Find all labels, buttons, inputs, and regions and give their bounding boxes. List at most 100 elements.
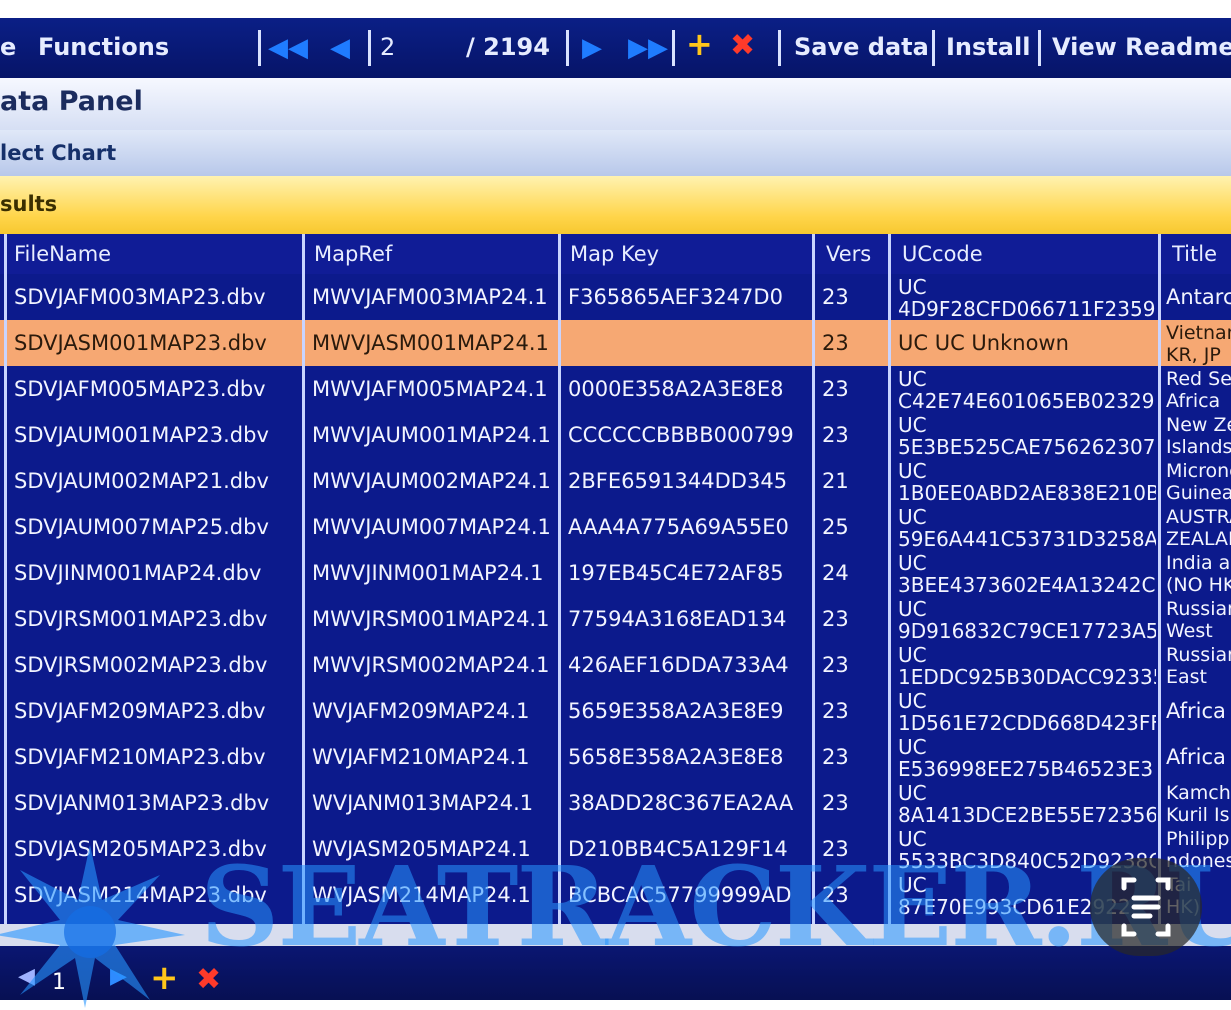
cell-uccode: UC 5E3BE525CAE756262307: [898, 412, 1156, 460]
functions-menu[interactable]: Functions: [38, 18, 169, 78]
cell-mapref: MWVJAUM007MAP24.1: [312, 515, 551, 539]
cell-filename: SDVJRSM002MAP23.dbv: [14, 653, 268, 677]
title-line-2: East: [1166, 666, 1207, 688]
col-header-mapkey[interactable]: Map Key: [570, 234, 810, 274]
cell-uccode: UC 9D916832C79CE17723A5: [898, 596, 1156, 644]
page-total: / 2194: [466, 33, 550, 61]
toolbar-separator: [778, 30, 781, 66]
title-line-1: Philippines: [1166, 828, 1231, 850]
cell-vers: 23: [822, 285, 849, 309]
save-data-button[interactable]: Save data: [794, 18, 929, 78]
cell-uccode: UC 1D561E72CDD668D423FF: [898, 688, 1156, 736]
results-bar: sults: [0, 176, 1231, 234]
last-page-icon[interactable]: ▶▶: [628, 34, 668, 62]
table-row[interactable]: SDVJAUM007MAP25.dbv MWVJAUM007MAP24.1 AAA4…: [0, 504, 1231, 550]
table-row[interactable]: SDVJAFM005MAP23.dbv MWVJAFM005MAP24.1 0000…: [0, 366, 1231, 412]
table-row[interactable]: SDVJANM013MAP23.dbv WVJANM013MAP24.1 38ADD…: [0, 780, 1231, 826]
cell-mapkey: 2BFE6591344DD345: [568, 469, 788, 493]
uccode-line-1: UC: [898, 551, 927, 575]
footer-prev-icon[interactable]: ◀: [18, 964, 35, 989]
uccode-line-2: 4D9F28CFD066711F2359: [898, 297, 1156, 321]
cell-mapkey: [568, 320, 810, 366]
cell-vers: 23: [822, 423, 849, 447]
col-header-title[interactable]: Title: [1172, 234, 1231, 274]
cell-vers: 23: [822, 653, 849, 677]
title-line-2: KR, JP: [1166, 344, 1221, 366]
toolbar-separator: [1038, 30, 1041, 66]
cell-mapkey: D210BB4C5A129F14: [568, 837, 788, 861]
table-row[interactable]: SDVJINM001MAP24.dbv MWVJINM001MAP24.1 197E…: [0, 550, 1231, 596]
col-header-uccode[interactable]: UCcode: [902, 234, 1152, 274]
table-row[interactable]: SDVJASM205MAP23.dbv WVJASM205MAP24.1 D210B…: [0, 826, 1231, 872]
uccode-line-1: UC: [898, 827, 927, 851]
toolbar-separator: [932, 30, 935, 66]
next-page-icon[interactable]: ▶: [582, 34, 602, 62]
cell-mapkey: BCBCAC57799999AD: [568, 883, 792, 907]
prev-page-icon[interactable]: ◀: [330, 34, 350, 62]
cell-filename: SDVJAUM007MAP25.dbv: [14, 515, 269, 539]
cell-uccode: UC 8A1413DCE2BE55E72356: [898, 780, 1156, 828]
uccode-line-2: 9D916832C79CE17723A5: [898, 619, 1156, 643]
cell-mapkey: 77594A3168EAD134: [568, 607, 787, 631]
cell-vers: 23: [822, 699, 849, 723]
cell-mapkey: CCCCCCBBBB000799: [568, 423, 794, 447]
table-row[interactable]: SDVJASM001MAP23.dbv MWVJASM001MAP24.1 23 UC…: [0, 320, 1231, 366]
uccode-line-1: UC: [898, 689, 927, 713]
cell-mapref: WVJASM214MAP24.1: [312, 883, 531, 907]
view-readme-button[interactable]: View Readme: [1052, 18, 1231, 78]
cell-filename: SDVJINM001MAP24.dbv: [14, 561, 262, 585]
toolbar-separator: [672, 30, 675, 66]
table-row[interactable]: SDVJAUM002MAP21.dbv MWVJAUM002MAP24.1 2BFE…: [0, 458, 1231, 504]
title-line-1: Africa - E: [1166, 699, 1231, 723]
cell-mapkey: 38ADD28C367EA2AA: [568, 791, 794, 815]
results-grid: FileName MapRef Map Key Vers UCcode Titl…: [0, 234, 1231, 924]
uccode-line-1: UC: [898, 643, 927, 667]
cell-filename: SDVJASM001MAP23.dbv: [14, 331, 267, 355]
footer-page-number[interactable]: 1: [52, 970, 66, 995]
table-row[interactable]: SDVJAFM003MAP23.dbv MWVJAFM003MAP24.1 F365…: [0, 274, 1231, 320]
title-line-1: Russian: [1166, 644, 1231, 666]
cell-mapkey: 0000E358A2A3E8E8: [568, 377, 784, 401]
cell-filename: SDVJAUM002MAP21.dbv: [14, 469, 269, 493]
add-icon[interactable]: +: [686, 28, 713, 60]
install-button[interactable]: Install: [946, 18, 1030, 78]
cell-vers: 23: [822, 377, 849, 401]
title-line-2: ZEALAN: [1166, 528, 1231, 550]
title-line-2: Kuril Island: [1166, 804, 1231, 826]
cell-title: AUSTRAZEALAN: [1166, 504, 1231, 552]
cell-title: New Ze Islands: [1166, 412, 1231, 460]
title-line-1: AUSTRA: [1166, 506, 1231, 528]
cell-mapkey: F365865AEF3247D0: [568, 285, 783, 309]
cell-mapref: MWVJAFM003MAP24.1: [312, 285, 548, 309]
cell-title: Africa - W: [1166, 734, 1231, 780]
cell-mapref: MWVJINM001MAP24.1: [312, 561, 544, 585]
table-row[interactable]: SDVJAFM209MAP23.dbv WVJAFM209MAP24.1 5659E…: [0, 688, 1231, 734]
table-row[interactable]: SDVJASM214MAP23.dbv WVJASM214MAP24.1 BCBCA…: [0, 872, 1231, 918]
cell-mapref: MWVJAUM002MAP24.1: [312, 469, 551, 493]
cell-filename: SDVJAFM210MAP23.dbv: [14, 745, 266, 769]
footer-delete-icon[interactable]: ✖: [196, 962, 221, 997]
footer-add-icon[interactable]: +: [150, 958, 179, 998]
table-row[interactable]: SDVJAUM001MAP23.dbv MWVJAUM001MAP24.1 CCCC…: [0, 412, 1231, 458]
cell-filename: SDVJANM013MAP23.dbv: [14, 791, 270, 815]
table-row[interactable]: SDVJRSM001MAP23.dbv MWVJRSM001MAP24.1 7759…: [0, 596, 1231, 642]
grid-divider: [4, 234, 7, 924]
scan-text-button[interactable]: [1090, 858, 1202, 956]
uccode-line-2: 1B0EE0ABD2AE838E210B: [898, 481, 1156, 505]
cell-uccode: UC 4D9F28CFD066711F2359: [898, 274, 1156, 322]
col-header-mapref[interactable]: MapRef: [314, 234, 554, 274]
cell-title: KamchatkKuril Island: [1166, 780, 1231, 828]
cell-mapref: WVJASM205MAP24.1: [312, 837, 531, 861]
col-header-vers[interactable]: Vers: [826, 234, 886, 274]
delete-icon[interactable]: ✖: [730, 31, 755, 61]
cell-filename: SDVJAUM001MAP23.dbv: [14, 423, 269, 447]
select-chart-bar[interactable]: lect Chart: [0, 130, 1231, 176]
first-page-icon[interactable]: ◀◀: [268, 34, 308, 62]
page-current-input[interactable]: 2: [380, 18, 395, 78]
footer-next-icon[interactable]: ▶: [110, 964, 127, 989]
cell-mapref: WVJANM013MAP24.1: [312, 791, 534, 815]
title-line-1: Vietnam: [1166, 322, 1231, 344]
table-row[interactable]: SDVJAFM210MAP23.dbv WVJAFM210MAP24.1 5658E…: [0, 734, 1231, 780]
col-header-filename[interactable]: FileName: [14, 234, 300, 274]
table-row[interactable]: SDVJRSM002MAP23.dbv MWVJRSM002MAP24.1 426A…: [0, 642, 1231, 688]
